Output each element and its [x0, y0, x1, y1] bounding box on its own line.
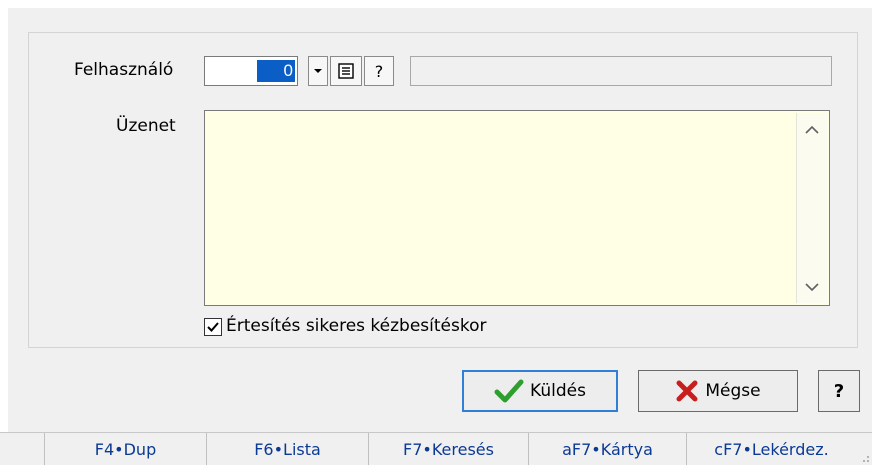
user-help-button[interactable]: ? — [364, 56, 394, 86]
scroll-up-button[interactable] — [797, 115, 827, 143]
cancel-button-label: Mégse — [705, 381, 761, 401]
fkey-f7-kereses[interactable]: F7•Keresés — [368, 433, 528, 465]
question-icon: ? — [833, 380, 845, 402]
notify-checkbox[interactable] — [204, 318, 222, 336]
notify-label[interactable]: Értesítés sikeres kézbesítéskor — [226, 316, 487, 336]
question-icon: ? — [374, 61, 384, 81]
message-label: Üzenet — [116, 116, 176, 136]
x-icon — [676, 380, 698, 402]
user-id-value: 0 — [257, 60, 295, 82]
send-button-label: Küldés — [530, 381, 586, 401]
help-button[interactable]: ? — [818, 370, 860, 412]
cancel-button[interactable]: Mégse — [638, 370, 798, 412]
checkmark-icon — [494, 379, 524, 403]
send-button[interactable]: Küldés — [462, 370, 618, 412]
resize-grip-icon[interactable] — [858, 451, 870, 463]
status-bar: F4•Dup F6•Lista F7•Keresés aF7•Kártya cF… — [0, 432, 872, 465]
list-icon — [338, 63, 354, 79]
checkmark-icon — [207, 322, 219, 332]
user-dropdown-button[interactable] — [308, 56, 328, 86]
fkey-f4-dup[interactable]: F4•Dup — [44, 433, 206, 465]
scroll-down-button[interactable] — [797, 273, 827, 301]
chevron-down-icon — [314, 69, 322, 73]
user-label: Felhasználó — [74, 60, 174, 80]
message-textarea[interactable] — [204, 110, 830, 306]
fkey-af7-kartya[interactable]: aF7•Kártya — [528, 433, 686, 465]
chevron-down-icon — [805, 282, 819, 291]
fkey-cf7-lekerdez[interactable]: cF7•Lekérdez. — [686, 433, 856, 465]
user-list-button[interactable] — [330, 56, 362, 86]
user-name-field — [410, 56, 832, 86]
fkey-f6-lista[interactable]: F6•Lista — [206, 433, 368, 465]
user-id-input[interactable]: 0 — [204, 56, 298, 86]
chevron-up-icon — [805, 125, 819, 134]
message-scrollbar[interactable] — [796, 113, 827, 303]
